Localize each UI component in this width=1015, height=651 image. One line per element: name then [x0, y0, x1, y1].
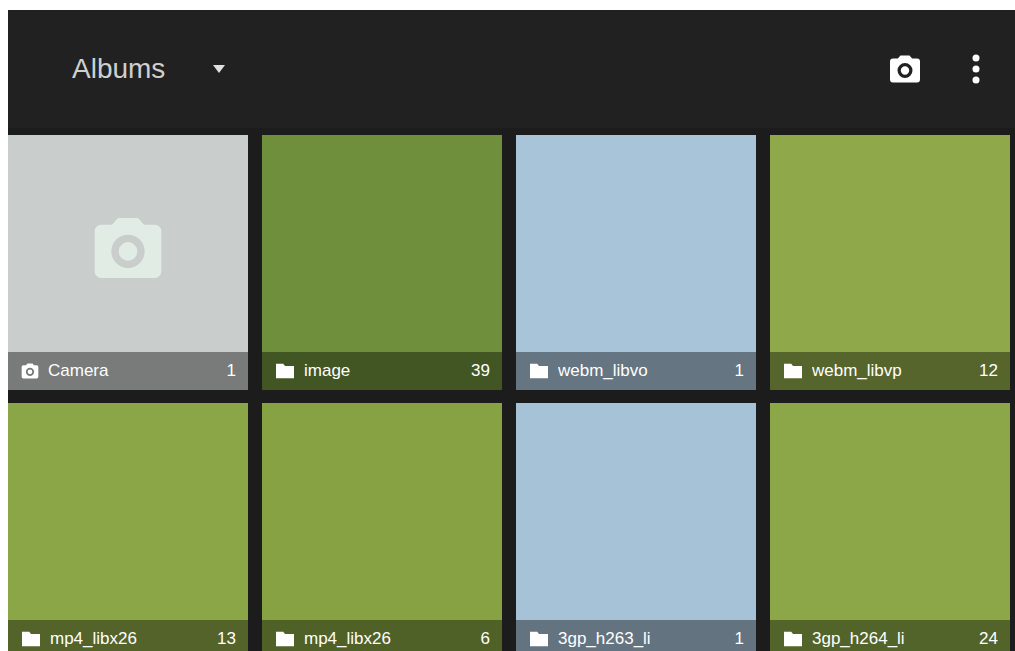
album-name: mp4_libx26 — [50, 626, 209, 651]
folder-icon — [274, 362, 296, 380]
folder-icon — [528, 362, 550, 380]
album-name: 3gp_h264_li — [812, 626, 971, 651]
app-bar-title: Albums — [72, 48, 165, 90]
album-tile[interactable]: 3gp_h264_li 24 — [770, 403, 1010, 651]
album-count: 1 — [735, 626, 744, 651]
folder-icon — [274, 630, 296, 648]
album-count: 1 — [735, 358, 744, 384]
folder-icon — [528, 630, 550, 648]
screen: AlbumsCamera1image39webm_libvo1webm_libv… — [0, 0, 1015, 651]
camera-button[interactable] — [883, 47, 927, 91]
album-tile[interactable]: webm_libvp 12 — [770, 135, 1010, 390]
album-label: image 39 — [262, 352, 502, 390]
album-tile[interactable]: mp4_libx26 13 — [8, 403, 248, 651]
album-label: mp4_libx26 6 — [262, 620, 502, 651]
album-tile[interactable]: Camera 1 — [8, 135, 248, 390]
album-tile[interactable]: mp4_libx26 6 — [262, 403, 502, 651]
album-count: 39 — [471, 358, 490, 384]
album-name: 3gp_h263_li — [558, 626, 727, 651]
album-label: Camera 1 — [8, 352, 248, 390]
album-name: webm_libvp — [812, 358, 971, 384]
album-label: 3gp_h264_li 24 — [770, 620, 1010, 651]
album-tile[interactable]: image 39 — [262, 135, 502, 390]
album-name: image — [304, 358, 463, 384]
album-count: 24 — [979, 626, 998, 651]
dropdown-arrow-icon — [213, 65, 225, 73]
camera-icon — [20, 361, 40, 381]
album-count: 12 — [979, 358, 998, 384]
folder-icon — [20, 630, 42, 648]
album-tile[interactable]: webm_libvo 1 — [516, 135, 756, 390]
album-label: 3gp_h263_li 1 — [516, 620, 756, 651]
album-count: 1 — [227, 358, 236, 384]
overflow-menu-button[interactable] — [967, 49, 985, 89]
camera-icon — [887, 51, 923, 87]
album-label: mp4_libx26 13 — [8, 620, 248, 651]
album-name: webm_libvo — [558, 358, 727, 384]
album-name: Camera — [48, 358, 219, 384]
album-name: mp4_libx26 — [304, 626, 473, 651]
folder-icon — [782, 362, 804, 380]
camera-overlay-icon — [88, 208, 168, 288]
album-label: webm_libvo 1 — [516, 352, 756, 390]
album-label: webm_libvp 12 — [770, 352, 1010, 390]
folder-icon — [782, 630, 804, 648]
album-count: 6 — [481, 626, 490, 651]
app-bar: Albums — [8, 10, 1015, 128]
album-grid: Camera 1 image 39 webm_libvo 1 webm_libvp 12 mp4… — [8, 128, 1015, 651]
album-tile[interactable]: 3gp_h263_li 1 — [516, 403, 756, 651]
more-vertical-icon — [971, 53, 981, 85]
album-count: 13 — [217, 626, 236, 651]
album-dropdown[interactable]: Albums — [72, 48, 225, 90]
